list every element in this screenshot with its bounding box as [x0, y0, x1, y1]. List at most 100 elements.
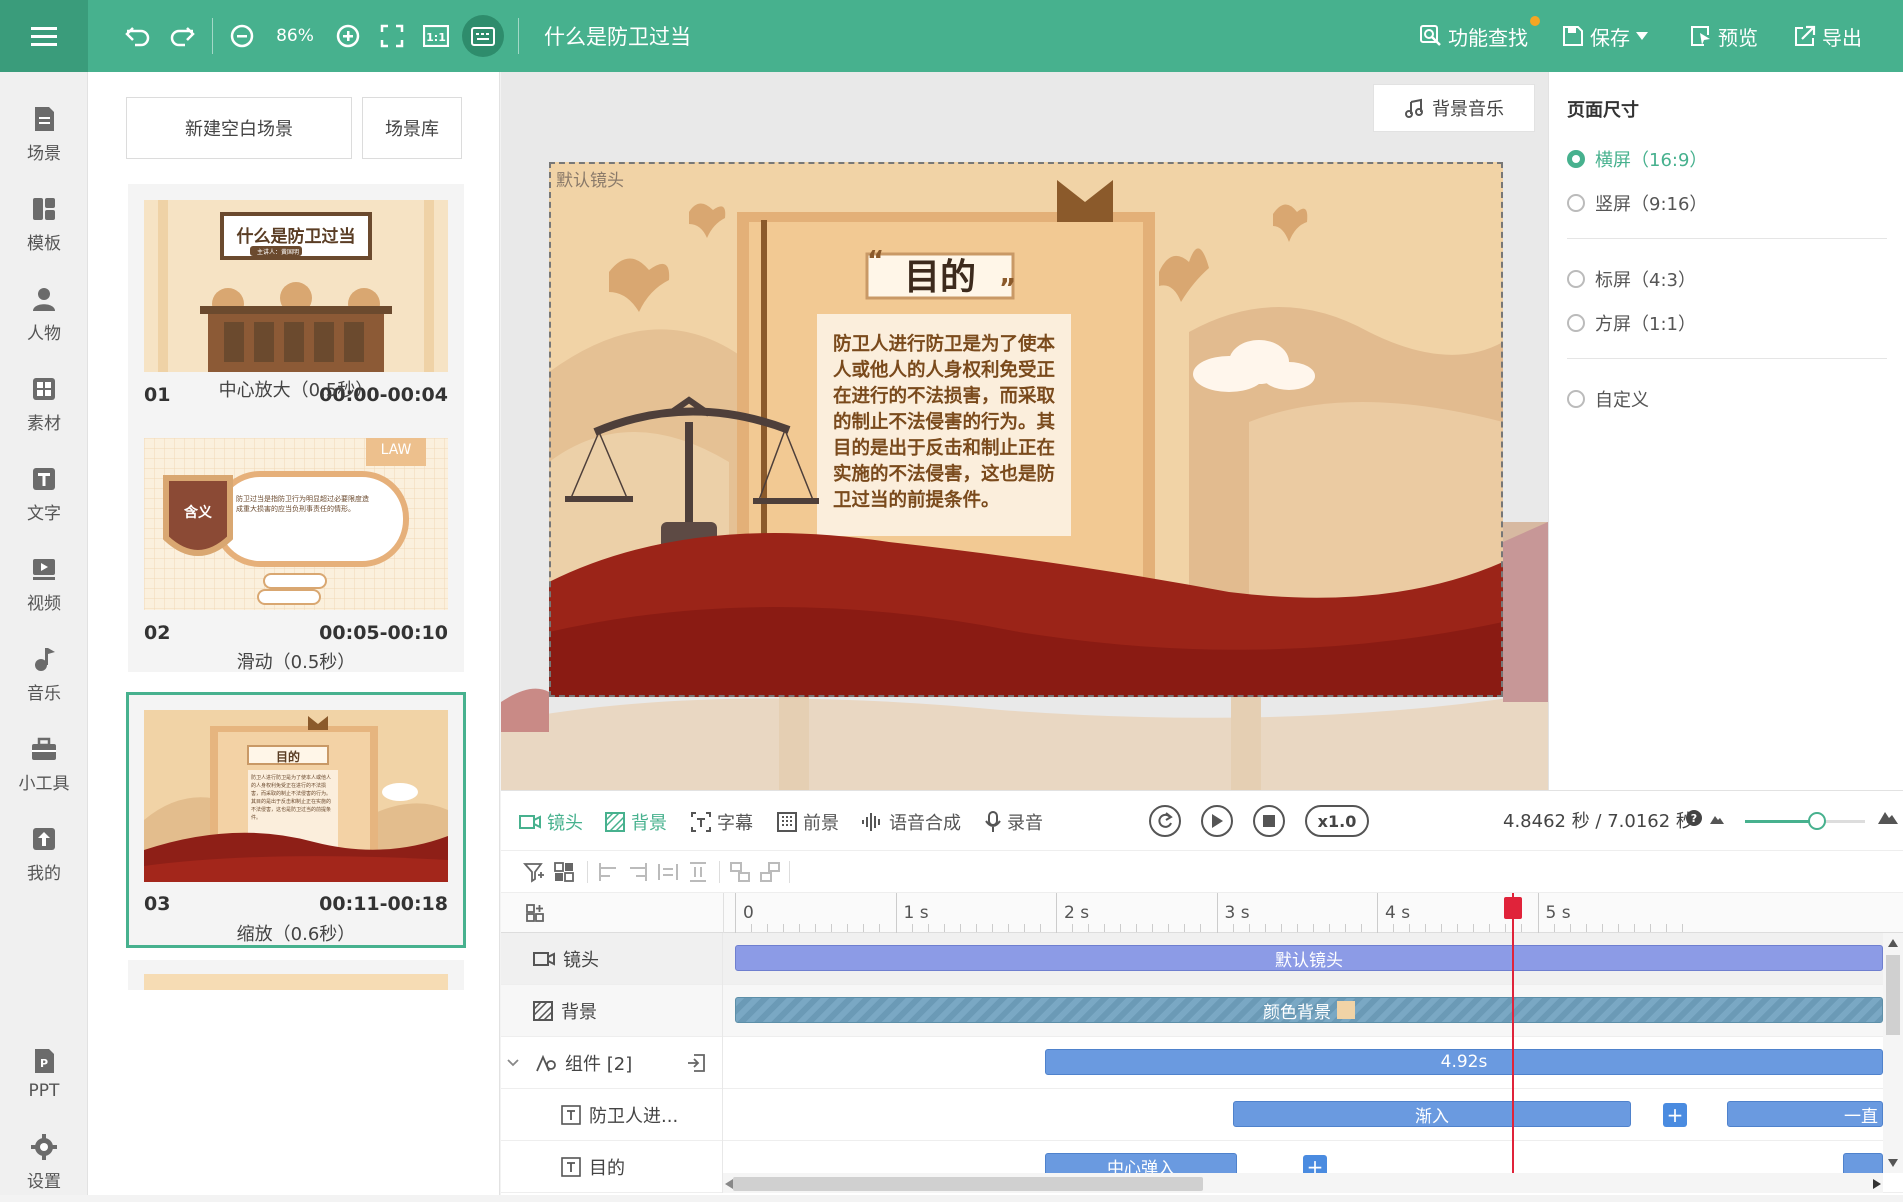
scene-transition[interactable]: 缩放（0.6秒）	[128, 920, 464, 946]
ruler-minor-tick	[1441, 924, 1443, 932]
zoom-out-mountain-icon[interactable]	[1709, 813, 1725, 825]
page-size-option-4-3[interactable]: 标屏（4:3）	[1567, 266, 1696, 292]
project-title[interactable]: 什么是防卫过当	[544, 16, 691, 56]
background-clip[interactable]: 颜色背景	[735, 997, 1883, 1023]
redo-button[interactable]	[164, 16, 200, 56]
zoom-in-button[interactable]	[330, 16, 366, 56]
playhead-handle[interactable]	[1503, 897, 1522, 919]
nav-item-scene[interactable]: 场景	[0, 94, 88, 174]
group-icon[interactable]	[729, 861, 751, 883]
undo-button[interactable]	[120, 16, 156, 56]
export-button[interactable]: 导出	[1794, 18, 1862, 54]
scene-transition[interactable]: 滑动（0.5秒）	[128, 648, 464, 674]
add-track-icon[interactable]	[525, 903, 545, 923]
scroll-thumb[interactable]	[1886, 955, 1900, 1035]
scene-library-button[interactable]: 场景库	[362, 97, 462, 159]
timeline-horizontal-scrollbar[interactable]	[723, 1173, 1883, 1193]
nav-item-settings[interactable]: 设置	[0, 1122, 88, 1202]
nav-label: 文字	[27, 503, 61, 524]
distribute-v-icon[interactable]	[687, 861, 709, 883]
new-blank-scene-button[interactable]: 新建空白场景	[126, 97, 352, 159]
page-size-option-16-9[interactable]: 横屏（16:9）	[1567, 146, 1707, 172]
layer-icon[interactable]	[553, 861, 575, 883]
scene-card-02[interactable]: LAW 含义 防卫过当是指防卫行为明显超过必要限度造成重大损害的应当负刑事责任的…	[128, 422, 464, 672]
track-row-camera[interactable]: 镜头 默认镜头	[501, 933, 1903, 985]
ungroup-icon[interactable]	[759, 861, 781, 883]
page-size-option-1-1[interactable]: 方屏（1:1）	[1567, 310, 1696, 336]
nav-item-mine[interactable]: 我的	[0, 814, 88, 894]
page-size-option-custom[interactable]: 自定义	[1567, 386, 1649, 412]
chevron-down-icon[interactable]	[507, 1059, 519, 1067]
nav-item-text[interactable]: 文字	[0, 454, 88, 534]
nav-item-person[interactable]: 人物	[0, 274, 88, 354]
filter-icon[interactable]	[523, 861, 545, 883]
distribute-h-icon[interactable]	[657, 861, 679, 883]
tab-tts[interactable]: 语音合成	[861, 807, 961, 837]
slide-body-text[interactable]: 防卫人进行防卫是为了使本人或他人的人身权利免受正在进行的不法损害，而采取的制止不…	[833, 332, 1063, 514]
nav-item-material[interactable]: 素材	[0, 364, 88, 444]
timeline-ruler[interactable]: 0 1 s 2 s 3 s 4 s 5 s	[501, 893, 1903, 933]
ruler-minor-tick	[831, 924, 833, 932]
scene-transition[interactable]: 中心放大（0.5秒）	[128, 376, 464, 402]
feature-search-button[interactable]: 功能查找	[1420, 18, 1528, 54]
scroll-down-icon[interactable]	[1888, 1159, 1898, 1167]
scroll-right-icon[interactable]	[1873, 1179, 1881, 1189]
track-row-group[interactable]: 组件 [2] 4.92s	[501, 1037, 1903, 1089]
track-row-text-1[interactable]: 防卫人进... 渐入 + 一直	[501, 1089, 1903, 1141]
playback-speed-button[interactable]: x1.0	[1305, 805, 1369, 837]
nav-item-video[interactable]: 视频	[0, 544, 88, 624]
fade-in-clip[interactable]: 渐入	[1233, 1101, 1631, 1127]
microphone-icon	[985, 811, 1001, 832]
track-row-background[interactable]: 背景 颜色背景	[501, 985, 1903, 1037]
exit-group-icon[interactable]	[686, 1053, 706, 1073]
tab-foreground[interactable]: 前景	[777, 807, 839, 837]
thumb-text: 防卫过当是指防卫行为明显超过必要限度造成重大损害的应当负刑事责任的情形。	[236, 495, 369, 513]
actual-size-button[interactable]: 1:1	[418, 16, 454, 56]
fit-screen-button[interactable]	[374, 16, 410, 56]
scene-number: 03	[144, 893, 171, 915]
replay-button[interactable]	[1149, 805, 1181, 837]
slide-canvas[interactable]: 目的 “ ” 防卫人进行防卫是为了使本人或他人的人身权利免受正在进行的不法损害，…	[549, 162, 1503, 697]
persist-clip[interactable]: 一直	[1727, 1101, 1883, 1127]
subtitle-mode-button[interactable]	[462, 15, 504, 57]
tab-record[interactable]: 录音	[985, 807, 1043, 837]
save-button[interactable]: 保存	[1562, 18, 1648, 54]
slider-handle[interactable]	[1808, 812, 1826, 830]
camera-clip[interactable]: 默认镜头	[735, 945, 1883, 971]
zoom-in-mountain-icon[interactable]	[1877, 809, 1899, 825]
nav-item-ppt[interactable]: P PPT	[0, 1034, 88, 1114]
slide-title[interactable]: 目的	[867, 252, 1013, 298]
nav-item-music[interactable]: 音乐	[0, 634, 88, 714]
nav-item-toolbox[interactable]: 小工具	[0, 724, 88, 804]
align-right-icon[interactable]	[627, 861, 649, 883]
play-button[interactable]	[1201, 805, 1233, 837]
tab-background[interactable]: 背景	[605, 807, 667, 837]
ruler-minor-tick	[1409, 924, 1411, 932]
scroll-thumb[interactable]	[733, 1177, 1203, 1191]
ruler-minor-tick	[767, 924, 769, 932]
stop-button[interactable]	[1253, 805, 1285, 837]
save-icon	[1563, 26, 1583, 46]
tab-camera[interactable]: 镜头	[519, 807, 583, 837]
align-left-icon[interactable]	[597, 861, 619, 883]
background-music-button[interactable]: 背景音乐	[1373, 84, 1535, 132]
scene-time: 00:11-00:18	[319, 893, 448, 915]
tab-subtitle[interactable]: 字幕	[691, 807, 753, 837]
page-size-option-9-16[interactable]: 竖屏（9:16）	[1567, 190, 1707, 216]
add-animation-button[interactable]: +	[1663, 1103, 1687, 1127]
ruler-minor-tick	[1264, 924, 1266, 932]
ruler-minor-tick	[927, 924, 929, 932]
nav-item-template[interactable]: 模板	[0, 184, 88, 264]
preview-button[interactable]: 预览	[1690, 18, 1758, 54]
scene-card-04-partial[interactable]	[128, 960, 464, 990]
group-clip[interactable]: 4.92s	[1045, 1049, 1883, 1075]
scroll-left-icon[interactable]	[725, 1179, 733, 1189]
timeline-vertical-scrollbar[interactable]	[1883, 933, 1903, 1173]
scroll-up-icon[interactable]	[1888, 939, 1898, 947]
timeline-zoom-slider[interactable]	[1745, 812, 1865, 830]
track-label: 镜头	[501, 933, 723, 985]
menu-button[interactable]	[0, 0, 88, 72]
scene-card-03[interactable]: 目的 防卫人进行防卫是为了使本人或他人的人身权利免受正在进行的不法损害，而采取的…	[126, 692, 466, 948]
help-icon[interactable]: ?	[1685, 809, 1703, 827]
zoom-out-button[interactable]	[224, 16, 260, 56]
